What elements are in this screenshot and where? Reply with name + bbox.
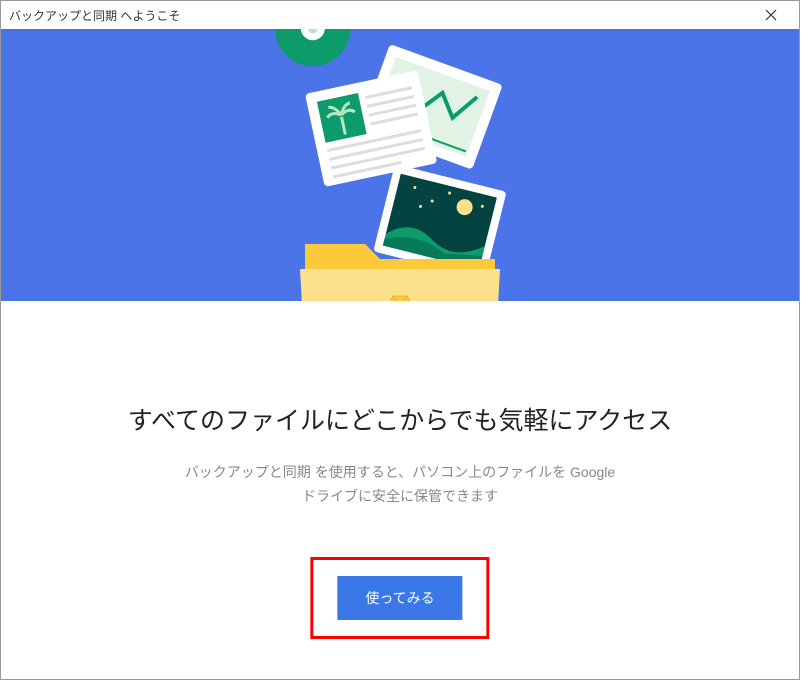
hero-banner — [1, 29, 799, 301]
subtext-line-1: バックアップと同期 を使用すると、パソコン上のファイルを Google — [185, 464, 615, 480]
close-icon — [765, 9, 777, 21]
page-heading: すべてのファイルにどこからでも気軽にアクセス — [41, 401, 759, 437]
app-window: バックアップと同期 へようこそ — [0, 0, 800, 680]
main-content: すべてのファイルにどこからでも気軽にアクセス バックアップと同期 を使用すると、… — [1, 301, 799, 509]
close-button[interactable] — [751, 1, 791, 29]
window-title: バックアップと同期 へようこそ — [9, 7, 751, 24]
content-area: すべてのファイルにどこからでも気軽にアクセス バックアップと同期 を使用すると、… — [1, 29, 799, 679]
subtext-line-2: ドライブに安全に保管できます — [302, 488, 498, 504]
titlebar: バックアップと同期 へようこそ — [1, 1, 799, 29]
files-folder-illustration — [200, 29, 600, 301]
page-subtext: バックアップと同期 を使用すると、パソコン上のファイルを Google ドライブ… — [41, 461, 759, 509]
cta-highlight-box: 使ってみる — [310, 557, 489, 639]
get-started-button[interactable]: 使ってみる — [337, 576, 462, 620]
